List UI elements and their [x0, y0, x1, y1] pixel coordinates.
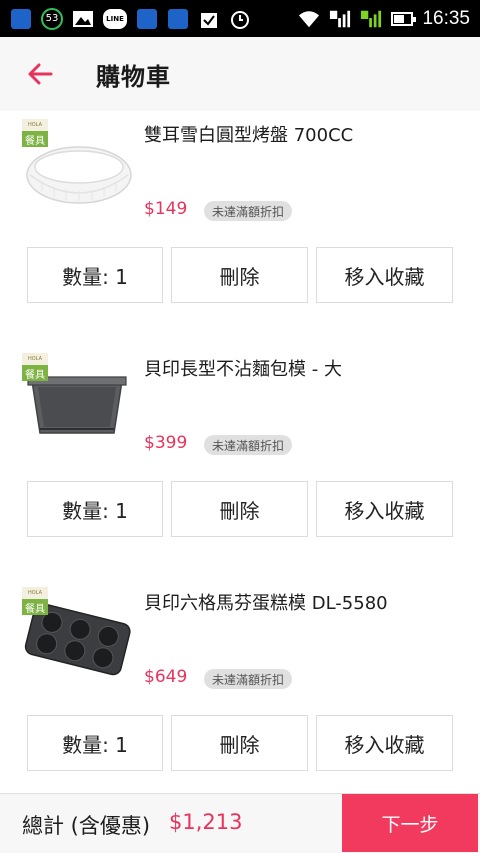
hola-tag: HOLA 餐具 — [22, 353, 48, 381]
move-to-favorites-button[interactable]: 移入收藏 — [316, 481, 453, 537]
total-value: $1,213 — [169, 810, 243, 834]
tag-brand: HOLA — [27, 356, 43, 362]
wrench-icon — [136, 8, 158, 30]
product-name[interactable]: 貝印長型不沾麵包模 - 大 — [144, 355, 342, 381]
cart-item: HOLA 餐具 貝印六格馬芬蛋糕模 DL-5580 $649 未達滿額折扣 數量… — [0, 579, 480, 793]
checkout-bar: 總計 (含優惠) $1,213 下一步 — [0, 793, 480, 853]
clipboard-check-icon — [198, 8, 220, 30]
signal-sim1-icon — [329, 8, 351, 30]
cart-list[interactable]: HOLA 餐具 雙耳雪白圓型烤盤 700CC $149 未達滿額折扣 數量: 1… — [0, 111, 480, 793]
move-to-favorites-button[interactable]: 移入收藏 — [316, 247, 453, 303]
status-bar: 53 LINE 16:35 — [0, 0, 480, 37]
tag-brand: HOLA — [27, 122, 43, 128]
product-price: $399 — [144, 433, 188, 453]
quantity-button[interactable]: 數量: 1 — [27, 715, 163, 771]
status-badge: 未達滿額折扣 — [204, 669, 293, 689]
status-badge: 未達滿額折扣 — [204, 201, 293, 221]
product-name[interactable]: 雙耳雪白圓型烤盤 700CC — [144, 121, 353, 147]
product-image[interactable]: HOLA 餐具 — [22, 119, 132, 219]
tag-brand: HOLA — [27, 590, 43, 596]
move-to-favorites-button[interactable]: 移入收藏 — [316, 715, 453, 771]
signal-sim2-icon — [360, 8, 382, 30]
tag-category: 餐具 — [22, 599, 48, 615]
back-button[interactable] — [0, 37, 80, 111]
product-image[interactable]: HOLA 餐具 — [22, 587, 132, 687]
next-step-button[interactable]: 下一步 — [342, 794, 478, 852]
status-badge: 未達滿額折扣 — [204, 435, 293, 455]
cart-item: HOLA 餐具 雙耳雪白圓型烤盤 700CC $149 未達滿額折扣 數量: 1… — [0, 111, 480, 345]
product-name[interactable]: 貝印六格馬芬蛋糕模 DL-5580 — [144, 589, 388, 615]
tag-category: 餐具 — [22, 131, 48, 147]
quantity-button[interactable]: 數量: 1 — [27, 481, 163, 537]
product-price: $649 — [144, 667, 188, 687]
line-app-icon: LINE — [103, 8, 127, 29]
arrow-left-icon — [28, 63, 53, 85]
hola-tag: HOLA 餐具 — [22, 119, 48, 147]
wifi-icon — [298, 8, 320, 30]
product-price: $149 — [144, 199, 188, 219]
quantity-button[interactable]: 數量: 1 — [27, 247, 163, 303]
wrench-icon — [10, 8, 32, 30]
delete-button[interactable]: 刪除 — [171, 715, 308, 771]
gallery-icon — [72, 8, 94, 30]
hola-tag: HOLA 餐具 — [22, 587, 48, 615]
notification-count: 53 — [41, 7, 63, 30]
delete-button[interactable]: 刪除 — [171, 247, 308, 303]
tag-category: 餐具 — [22, 365, 48, 381]
product-image[interactable]: HOLA 餐具 — [22, 353, 132, 453]
alarm-icon — [229, 8, 251, 30]
wrench-icon — [167, 8, 189, 30]
delete-button[interactable]: 刪除 — [171, 481, 308, 537]
battery-icon — [391, 8, 417, 30]
total-label: 總計 (含優惠) — [22, 814, 151, 838]
app-bar: 購物車 — [0, 37, 480, 111]
clock: 16:35 — [422, 7, 470, 29]
cart-item: HOLA 餐具 貝印長型不沾麵包模 - 大 $399 未達滿額折扣 數量: 1 … — [0, 345, 480, 579]
page-title: 購物車 — [96, 62, 171, 91]
